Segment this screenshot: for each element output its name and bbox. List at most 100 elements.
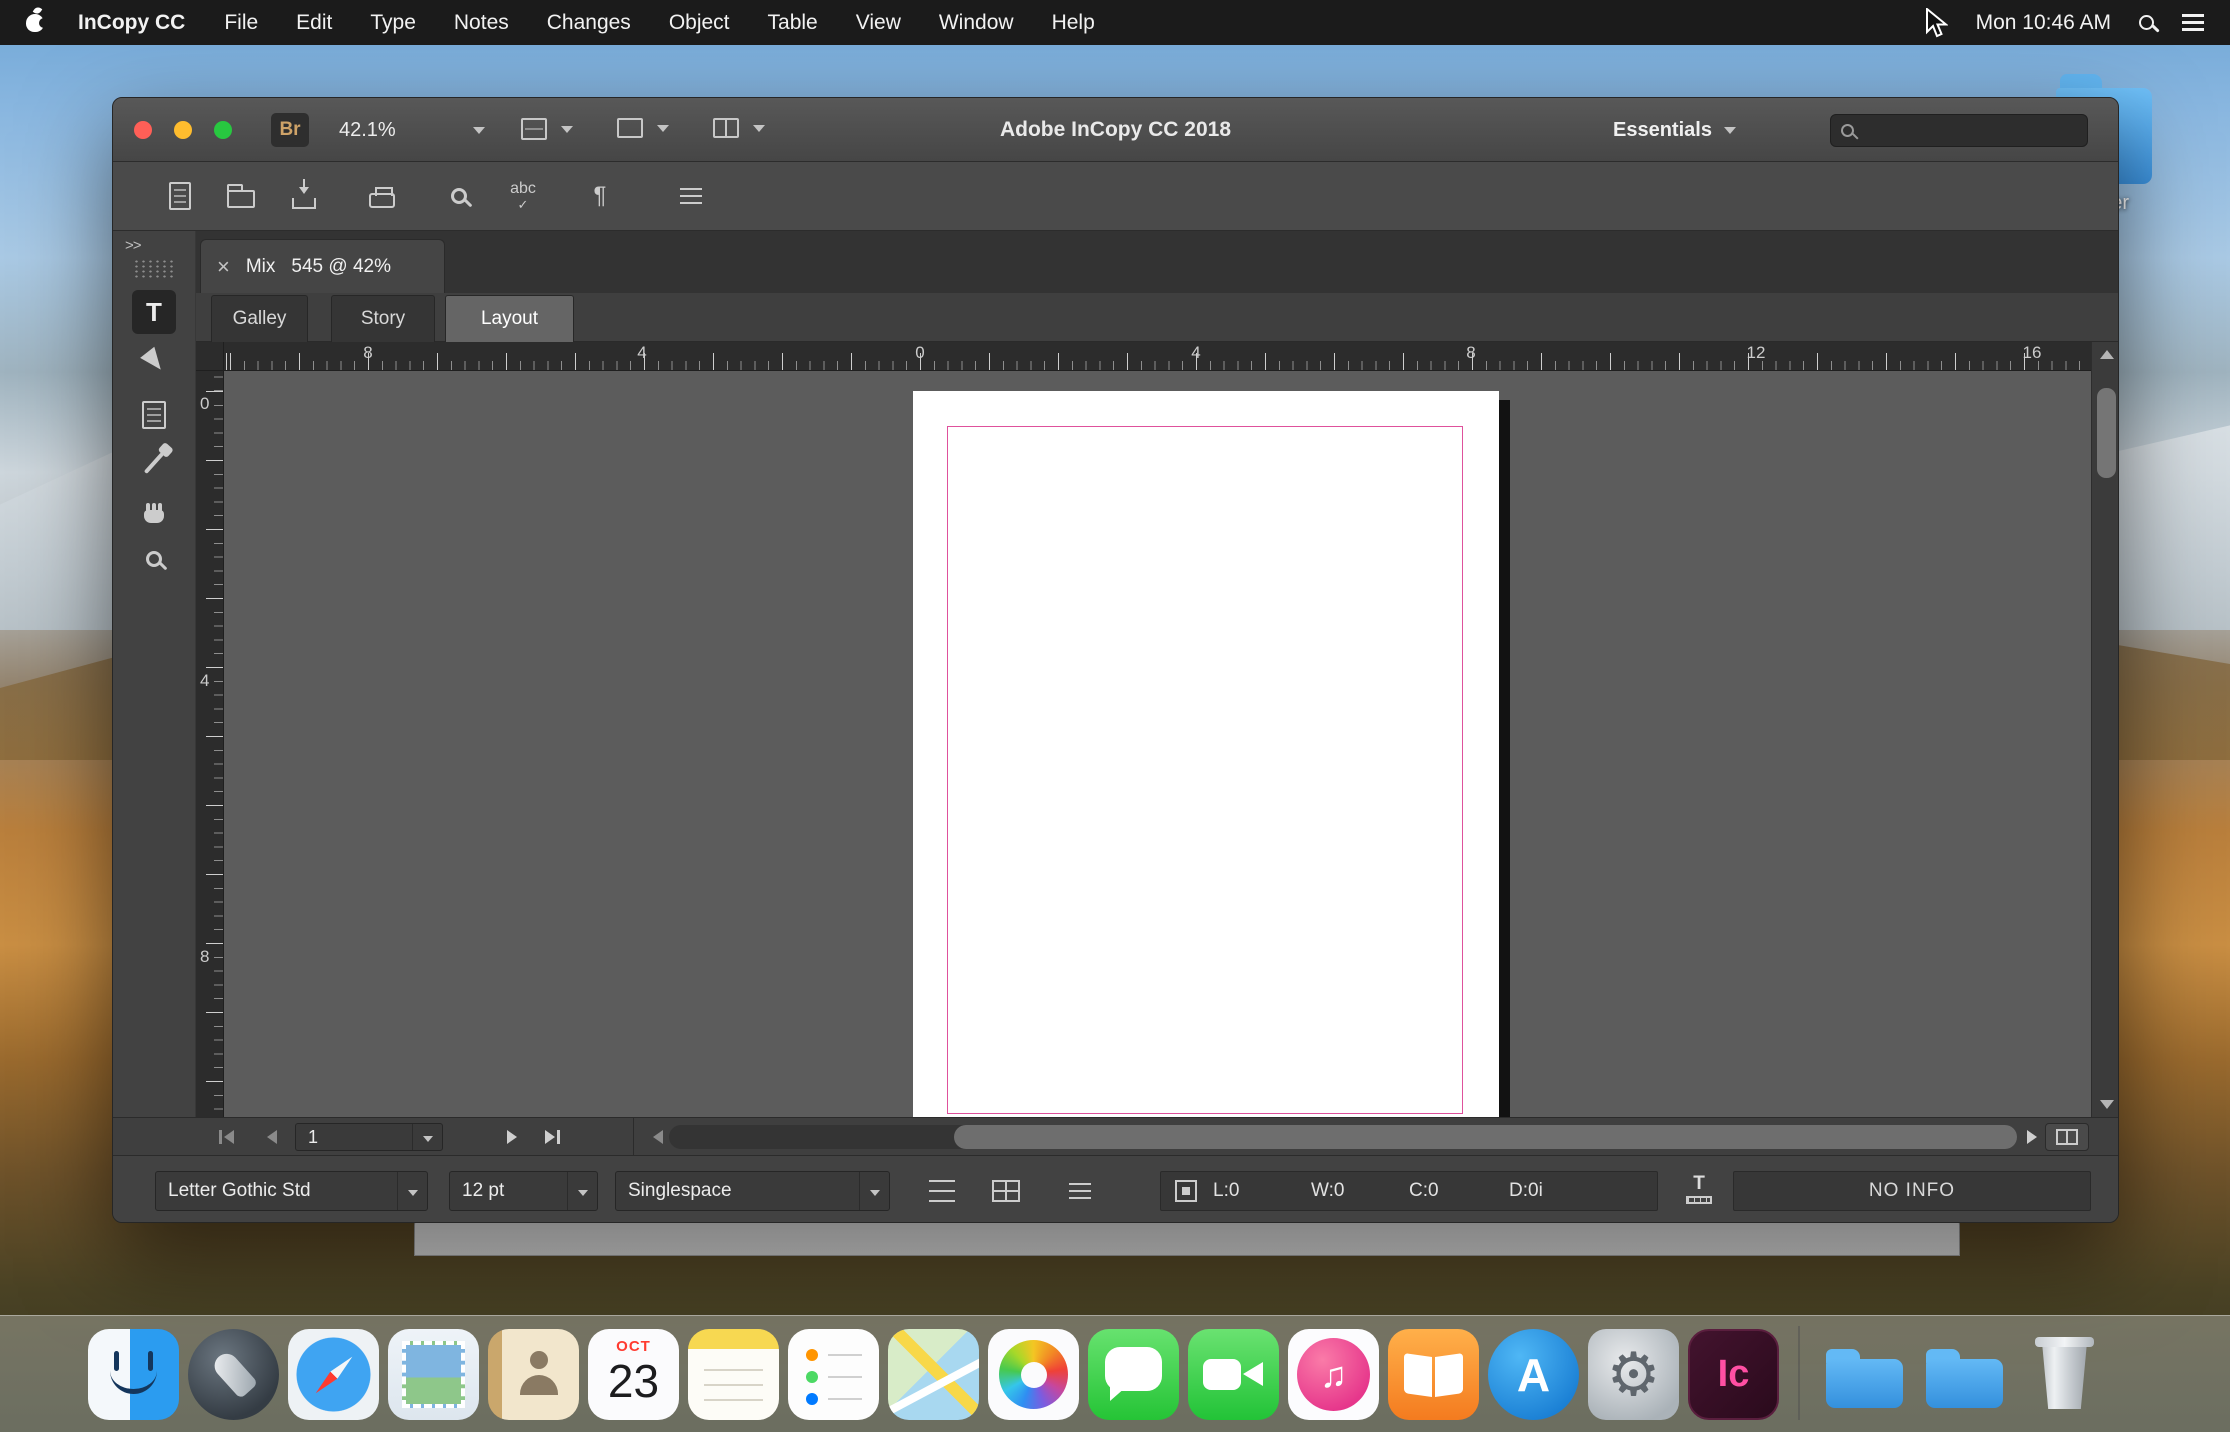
menu-app-name[interactable]: InCopy CC	[58, 11, 205, 35]
menu-help[interactable]: Help	[1033, 11, 1114, 35]
menu-edit[interactable]: Edit	[277, 11, 351, 35]
horizontal-scroll-thumb[interactable]	[954, 1125, 2017, 1149]
status-font-dropdown[interactable]: Letter Gothic Std	[155, 1171, 428, 1211]
scroll-left-arrow[interactable]	[645, 1125, 671, 1149]
document-tab[interactable]: × Mix 545 @ 42%	[200, 239, 445, 293]
apple-menu[interactable]	[0, 14, 58, 32]
workspace-switcher[interactable]: Essentials	[1613, 113, 1736, 147]
menu-clock[interactable]: Mon 10:46 AM	[1976, 11, 2111, 35]
status-menu-button[interactable]	[1063, 1178, 1097, 1204]
status-spacing-chevron[interactable]	[859, 1172, 889, 1210]
dock-calendar-icon[interactable]: OCT 23	[588, 1329, 679, 1420]
last-page-button[interactable]	[539, 1125, 565, 1149]
vertical-ruler[interactable]: 0 4 8	[196, 371, 224, 1117]
menu-object[interactable]: Object	[650, 11, 749, 35]
vertical-scrollbar[interactable]	[2091, 342, 2119, 1117]
screen-mode-button[interactable]	[617, 118, 669, 138]
arrange-documents-button[interactable]	[713, 118, 765, 138]
dock-incopy-icon[interactable]: Ic	[1688, 1329, 1779, 1420]
line-numbers-button[interactable]	[925, 1178, 959, 1204]
menu-changes[interactable]: Changes	[528, 11, 650, 35]
bridge-button[interactable]: Br	[271, 113, 309, 147]
dock-finder-icon[interactable]	[88, 1329, 179, 1420]
layout-canvas[interactable]	[224, 371, 2091, 1117]
vertical-scroll-thumb[interactable]	[2097, 388, 2116, 478]
menu-file[interactable]: File	[205, 11, 277, 35]
last-bar	[557, 1130, 560, 1144]
tab-galley[interactable]: Galley	[211, 295, 308, 342]
status-size-chevron[interactable]	[567, 1172, 597, 1210]
dock-trash-icon[interactable]	[2019, 1329, 2110, 1420]
open-button[interactable]	[221, 176, 261, 216]
zoom-tool[interactable]	[132, 537, 176, 581]
note-tool[interactable]	[132, 393, 176, 437]
menu-table[interactable]: Table	[749, 11, 837, 35]
print-button[interactable]	[362, 176, 402, 216]
dock-photos-icon[interactable]	[988, 1329, 1079, 1420]
dock-folder-1-icon[interactable]	[1819, 1329, 1910, 1420]
dock-separator	[1798, 1326, 1800, 1420]
page-number-dropdown[interactable]: 1	[295, 1123, 443, 1151]
new-document-button[interactable]	[160, 176, 200, 216]
dock-folder-2-icon[interactable]	[1919, 1329, 2010, 1420]
tab-layout[interactable]: Layout	[445, 295, 574, 342]
dock-notes-icon[interactable]	[688, 1329, 779, 1420]
dock-launchpad-icon[interactable]	[188, 1329, 279, 1420]
dock-reminders-icon[interactable]	[788, 1329, 879, 1420]
show-hidden-characters-button[interactable]: ¶	[580, 176, 620, 216]
first-page-button[interactable]	[213, 1125, 239, 1149]
panel-grip[interactable]	[133, 259, 177, 279]
dock-appstore-icon[interactable]: A	[1488, 1329, 1579, 1420]
spotlight-search-icon[interactable]	[2139, 15, 2154, 30]
panel-expand-button[interactable]: >>	[125, 237, 141, 254]
dock-maps-icon[interactable]	[888, 1329, 979, 1420]
close-window-button[interactable]	[134, 121, 152, 139]
dock-mail-icon[interactable]	[388, 1329, 479, 1420]
dock-contacts-icon[interactable]	[488, 1329, 579, 1420]
window-titlebar[interactable]: Br 42.1% Adobe InCopy CC 2018 Essentials	[113, 98, 2118, 162]
previous-page-button[interactable]	[259, 1125, 285, 1149]
scroll-up-arrow[interactable]	[2100, 350, 2114, 359]
find-button[interactable]	[439, 176, 479, 216]
minimize-window-button[interactable]	[174, 121, 192, 139]
horizontal-ruler[interactable]: 8 4 0 4 8 12 16	[224, 342, 2091, 371]
page-navigation-bar: 1	[113, 1117, 2118, 1155]
dock-system-preferences-icon[interactable]: ⚙	[1588, 1329, 1679, 1420]
save-button[interactable]	[284, 176, 324, 216]
dock-facetime-icon[interactable]	[1188, 1329, 1279, 1420]
right-arrow-icon	[2027, 1130, 2037, 1144]
type-tool[interactable]: T	[132, 290, 176, 334]
status-spacing-dropdown[interactable]: Singlespace	[615, 1171, 890, 1211]
scroll-down-arrow[interactable]	[2100, 1100, 2114, 1109]
grid-view-button[interactable]	[989, 1178, 1023, 1204]
notification-center-icon[interactable]	[2182, 21, 2204, 24]
spread-view-button[interactable]	[2045, 1123, 2089, 1151]
chevron-down-icon	[753, 125, 765, 132]
menu-window[interactable]: Window	[920, 11, 1033, 35]
panel-menu-button[interactable]	[671, 176, 711, 216]
page-number-chevron[interactable]	[412, 1124, 442, 1150]
menu-notes[interactable]: Notes	[435, 11, 528, 35]
position-tool[interactable]	[132, 339, 176, 383]
tab-close-icon[interactable]: ×	[217, 256, 230, 278]
hand-tool[interactable]	[132, 490, 176, 534]
dock-messages-icon[interactable]	[1088, 1329, 1179, 1420]
menu-view[interactable]: View	[837, 11, 920, 35]
next-page-button[interactable]	[499, 1125, 525, 1149]
scroll-right-arrow[interactable]	[2019, 1125, 2045, 1149]
dock-safari-icon[interactable]	[288, 1329, 379, 1420]
zoom-level-dropdown[interactable]: 42.1%	[325, 113, 485, 147]
status-font-chevron[interactable]	[397, 1172, 427, 1210]
eyedropper-tool[interactable]	[132, 441, 176, 485]
search-field[interactable]	[1830, 114, 2088, 147]
dock-itunes-icon[interactable]: ♫	[1288, 1329, 1379, 1420]
spellcheck-button[interactable]: abc ✓	[503, 176, 543, 216]
status-size-dropdown[interactable]: 12 pt	[449, 1171, 598, 1211]
zoom-window-button[interactable]	[214, 121, 232, 139]
view-options-button[interactable]	[521, 118, 573, 140]
menu-type[interactable]: Type	[351, 11, 435, 35]
document-page[interactable]	[913, 391, 1499, 1117]
tab-story[interactable]: Story	[331, 295, 435, 342]
dock-ibooks-icon[interactable]	[1388, 1329, 1479, 1420]
horizontal-scrollbar[interactable]	[669, 1125, 2017, 1149]
